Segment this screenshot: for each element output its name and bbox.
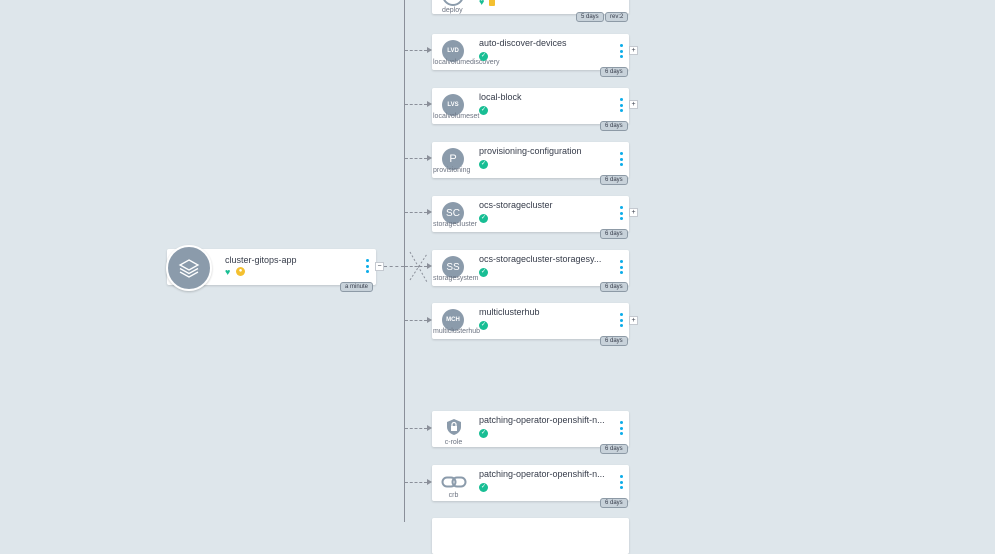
- expand-button[interactable]: +: [629, 100, 638, 109]
- check-circle-icon: ✓: [479, 321, 488, 330]
- edge-provisioning: [405, 158, 427, 159]
- check-circle-icon: ✓: [479, 160, 488, 169]
- root-edge: [384, 266, 404, 267]
- edge-local-block: [405, 104, 427, 105]
- layers-icon: [166, 245, 212, 291]
- kebab-menu-icon[interactable]: [620, 260, 623, 274]
- node-provisioning-configuration[interactable]: P provisioning provisioning-configuratio…: [432, 142, 629, 178]
- edge-multiclusterhub: [405, 320, 427, 321]
- edge-storagecluster: [405, 212, 427, 213]
- expand-button[interactable]: +: [629, 208, 638, 217]
- node-kind: localvolumeset: [433, 113, 480, 120]
- collapse-button[interactable]: −: [375, 262, 384, 271]
- node-kind: storagesystem: [433, 275, 479, 282]
- deploy-age-badge: 5 days: [576, 12, 604, 22]
- kebab-menu-icon[interactable]: [620, 313, 623, 327]
- progressing-icon: [489, 0, 495, 6]
- node-kind: multiclusterhub: [433, 328, 481, 335]
- lock-shield-icon: [445, 418, 463, 436]
- check-circle-icon: ✓: [479, 268, 488, 277]
- node-kind: storagecluster: [433, 221, 477, 228]
- check-circle-icon: ✓: [479, 106, 488, 115]
- node-title: multiclusterhub: [479, 307, 540, 317]
- edge-c-role: [405, 428, 427, 429]
- kebab-menu-icon[interactable]: [620, 475, 623, 489]
- age-badge: 6 days: [600, 336, 628, 346]
- node-kind: localvolumediscovery: [433, 59, 500, 66]
- deploy-kind: deploy: [442, 7, 463, 14]
- kebab-menu-icon[interactable]: [620, 152, 623, 166]
- node-kind: crb: [448, 492, 459, 499]
- age-badge: 6 days: [600, 229, 628, 239]
- kebab-menu-icon[interactable]: [366, 259, 369, 273]
- check-circle-icon: ✓: [479, 429, 488, 438]
- node-title: local-block: [479, 92, 522, 102]
- deploy-rev-badge: rev:2: [605, 12, 629, 22]
- node-local-block[interactable]: LVS localvolumeset local-block ✓: [432, 88, 629, 124]
- node-title: patching-operator-openshift-n...: [479, 469, 605, 479]
- kebab-menu-icon[interactable]: [620, 98, 623, 112]
- root-age-badge: a minute: [340, 282, 374, 292]
- link-icon: [441, 475, 467, 489]
- check-circle-icon: ✓: [479, 214, 488, 223]
- node-title: ocs-storagecluster-storagesy...: [479, 254, 602, 264]
- heart-icon: ♥: [479, 0, 485, 7]
- node-auto-discover-devices[interactable]: LVD localvolumediscovery auto-discover-d…: [432, 34, 629, 70]
- edge-auto-discover: [405, 50, 427, 51]
- age-badge: 6 days: [600, 121, 628, 131]
- node-title: patching-operator-openshift-n...: [479, 415, 605, 425]
- partial-node[interactable]: [432, 518, 629, 554]
- kebab-menu-icon[interactable]: [620, 44, 623, 58]
- age-badge: 6 days: [600, 67, 628, 77]
- node-ocs-storagecluster[interactable]: SC storagecluster ocs-storagecluster ✓: [432, 196, 629, 232]
- diagonal-edges: [409, 251, 428, 283]
- node-title: auto-discover-devices: [479, 38, 567, 48]
- root-title: cluster-gitops-app: [225, 255, 297, 265]
- check-circle-icon: ✓: [479, 483, 488, 492]
- check-circle-icon: ✓: [479, 52, 488, 61]
- node-title: provisioning-configuration: [479, 146, 582, 156]
- age-badge: 6 days: [600, 444, 628, 454]
- age-badge: 6 days: [600, 498, 628, 508]
- age-badge: 6 days: [600, 175, 628, 185]
- heart-icon: ♥: [225, 267, 231, 277]
- node-multiclusterhub[interactable]: MCH multiclusterhub multiclusterhub ✓: [432, 303, 629, 339]
- node-patching-operator-c-role[interactable]: c-role patching-operator-openshift-n... …: [432, 411, 629, 447]
- node-kind: provisioning: [433, 167, 471, 174]
- expand-button[interactable]: +: [629, 316, 638, 325]
- expand-button[interactable]: +: [629, 46, 638, 55]
- edge-crb: [405, 482, 427, 483]
- node-ocs-storagecluster-storagesystem[interactable]: SS storagesystem ocs-storagecluster-stor…: [432, 250, 629, 286]
- node-title: ocs-storagecluster: [479, 200, 553, 210]
- kebab-menu-icon[interactable]: [620, 206, 623, 220]
- node-patching-operator-crb[interactable]: crb patching-operator-openshift-n... ✓: [432, 465, 629, 501]
- node-kind: c-role: [444, 439, 463, 446]
- out-of-sync-icon: ●: [236, 267, 245, 276]
- age-badge: 6 days: [600, 282, 628, 292]
- kebab-menu-icon[interactable]: [620, 421, 623, 435]
- deploy-icon: [442, 0, 464, 6]
